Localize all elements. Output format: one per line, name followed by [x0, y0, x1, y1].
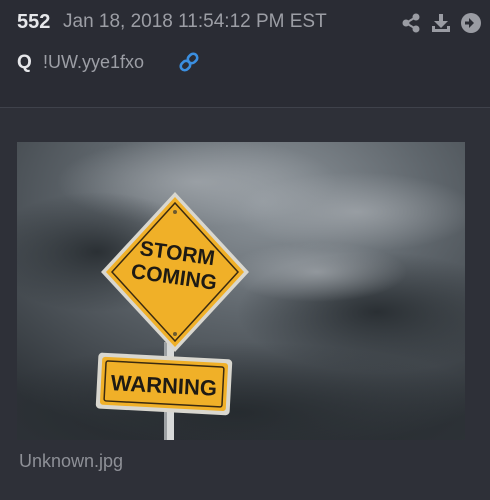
- post-date: Jan 18, 2018 11:54:12 PM EST: [63, 11, 327, 32]
- attachment-image[interactable]: STORM COMING WARNING: [17, 142, 465, 440]
- post-actions: [400, 12, 482, 34]
- warning-sign: WARNING: [95, 352, 233, 416]
- attachment-file-name[interactable]: Unknown.jpg: [19, 451, 123, 472]
- download-icon[interactable]: [430, 12, 452, 34]
- author-name: Q: [17, 52, 32, 73]
- post-number[interactable]: 552: [17, 11, 50, 34]
- post-header: 552 Jan 18, 2018 11:54:12 PM EST Q !UW.y…: [0, 0, 490, 108]
- share-icon[interactable]: [400, 12, 422, 34]
- tripcode: !UW.yye1fxo: [43, 52, 145, 72]
- link-icon[interactable]: [177, 50, 201, 74]
- arrow-circle-right-icon[interactable]: [460, 12, 482, 34]
